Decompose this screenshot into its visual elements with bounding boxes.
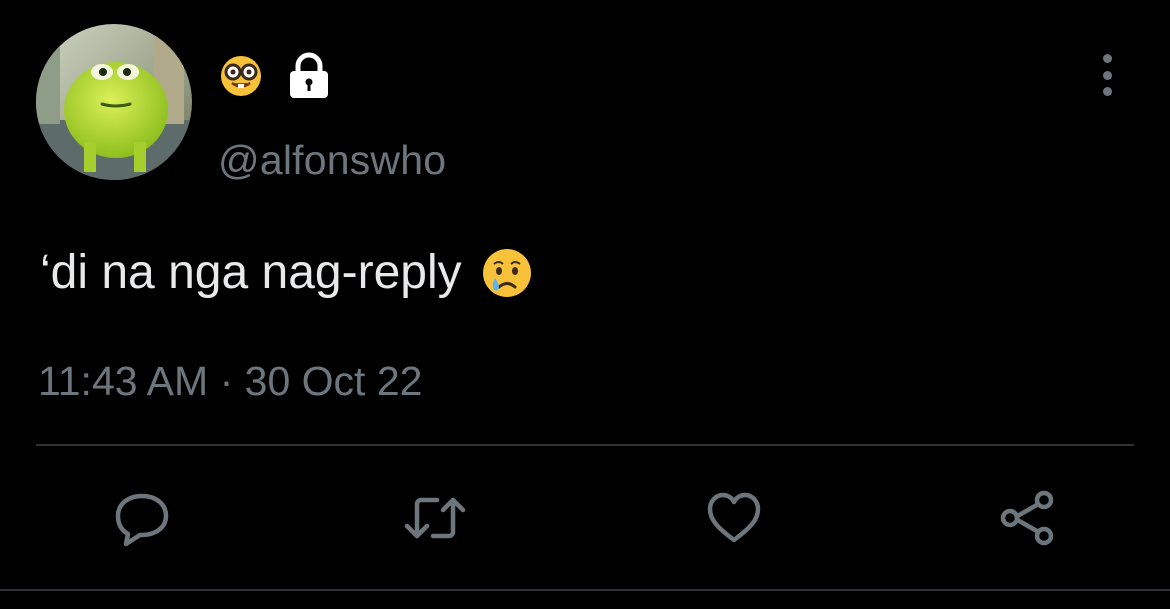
tweet-timestamp[interactable]: 11:43 AM · 30 Oct 22: [38, 358, 422, 405]
avatar-image: [36, 24, 192, 180]
more-dot: [1102, 54, 1112, 63]
share-button[interactable]: [996, 488, 1060, 548]
display-name: [218, 52, 332, 100]
bottom-divider: [0, 589, 1170, 591]
divider: [36, 444, 1134, 446]
retweet-button[interactable]: [403, 488, 467, 548]
meta-separator: ·: [219, 358, 234, 404]
avatar[interactable]: [36, 24, 192, 180]
tweet-time: 11:43 AM: [38, 358, 209, 404]
crying-face-emoji: [482, 248, 531, 297]
share-icon: [1000, 490, 1054, 546]
more-dot: [1102, 70, 1112, 80]
user-handle[interactable]: @alfonswho: [218, 137, 446, 184]
tweet-text: ‘di na nga nag-reply: [40, 245, 534, 300]
like-button[interactable]: [702, 488, 766, 548]
nerd-face-emoji: [221, 56, 261, 96]
reply-button[interactable]: [110, 488, 174, 548]
more-dot: [1102, 87, 1112, 96]
tweet-text-content: ‘di na nga nag-reply: [40, 246, 462, 299]
tweet-date: 30 Oct 22: [244, 358, 423, 404]
like-icon: [707, 492, 761, 543]
reply-icon: [115, 493, 169, 547]
more-options-icon[interactable]: [1090, 54, 1124, 96]
retweet-icon: [404, 497, 466, 539]
lock-icon: [290, 52, 328, 98]
